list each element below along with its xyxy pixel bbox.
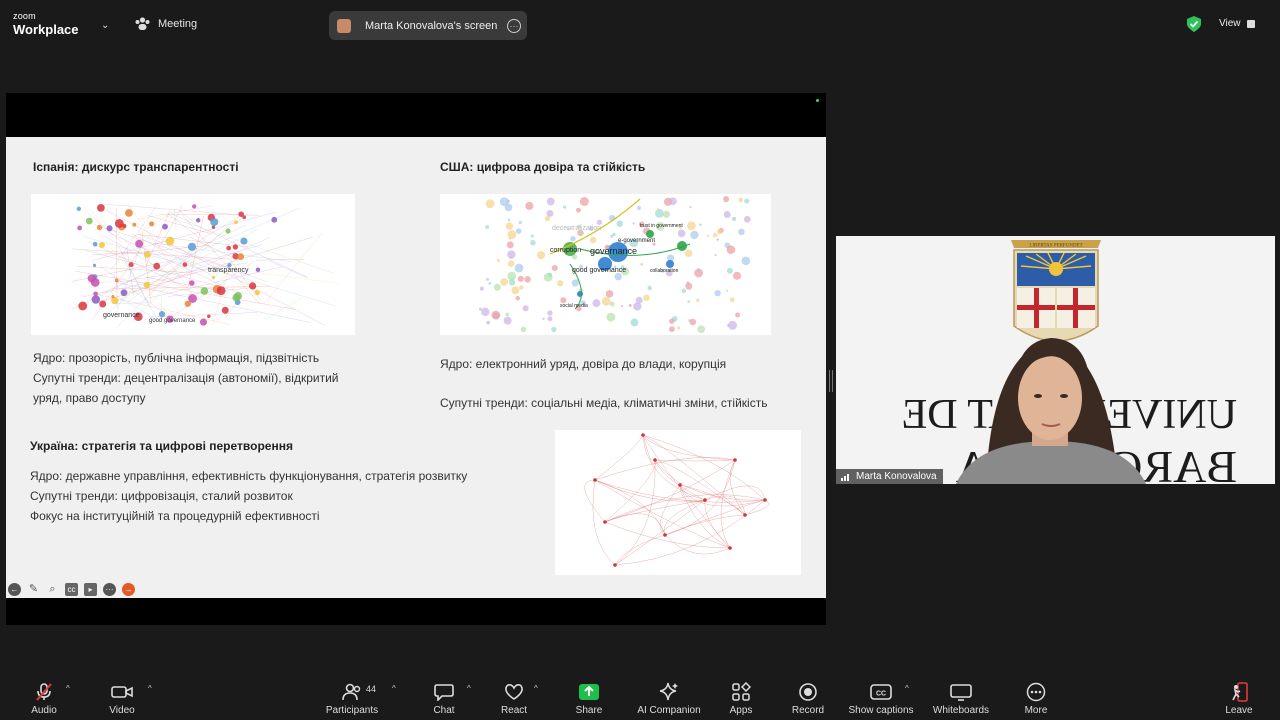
usa-map-label: corruption — [550, 247, 581, 254]
signal-icon — [841, 474, 849, 481]
chevron-down-icon[interactable]: ⌄ — [101, 20, 109, 31]
spain-network-map: transparency governance good governance — [31, 194, 355, 335]
heart-icon — [505, 684, 523, 700]
more-icon[interactable]: ··· — [103, 583, 116, 596]
participants-icon — [342, 683, 361, 701]
presentation-slide: Іспанія: дискурс транспарентності transp… — [6, 137, 826, 598]
usa-map-label: decentralization — [552, 225, 601, 232]
ukraine-network-map — [555, 430, 801, 575]
crest-banner: LIBERTAS PERFUNDET — [1029, 244, 1082, 249]
captions-options-caret[interactable]: ^ — [905, 684, 909, 693]
usa-heading: США: цифрова довіра та стійкість — [440, 160, 646, 174]
spain-map-label: transparency — [208, 267, 249, 274]
audio-button[interactable]: Audio — [30, 672, 58, 720]
search-icon[interactable]: ⌕ — [46, 583, 59, 596]
participants-options-caret[interactable]: ^ — [392, 684, 396, 693]
meeting-icon — [135, 17, 150, 30]
status-dot — [816, 99, 819, 102]
more-options-icon[interactable]: ··· — [507, 18, 521, 33]
record-icon — [799, 683, 817, 701]
usa-text-trends: Супутні тренди: соціальні медіа, клімати… — [440, 396, 768, 410]
ukraine-text: Ядро: державне управління, ефективність … — [30, 469, 468, 523]
camera-icon[interactable]: ▸ — [84, 583, 97, 596]
usa-map-label: trust in government — [640, 223, 683, 229]
participant-video[interactable]: LIBERTAS PERFUNDET UNIVERSITAT DE BARCEL… — [836, 236, 1275, 484]
ai-companion-button[interactable]: AI Companion — [634, 672, 704, 720]
meeting-controls: Audio ^ Video ^ Participants 44 ^ Chat ^… — [0, 672, 1280, 720]
spain-heading: Іспанія: дискурс транспарентності — [33, 160, 239, 174]
pen-icon[interactable]: ✎ — [27, 583, 40, 596]
react-options-caret[interactable]: ^ — [534, 684, 538, 693]
participants-button[interactable]: Participants — [322, 672, 382, 720]
usa-network-map: corruption governance good governance e-… — [440, 194, 771, 335]
zoom-logo: zoom Workplace — [13, 11, 79, 37]
usa-text-core: Ядро: електронний уряд, довіра до влади,… — [440, 357, 727, 371]
spain-map-label: governance — [103, 312, 140, 319]
view-icon — [1246, 19, 1255, 28]
sparkle-icon — [659, 682, 678, 701]
view-button[interactable]: View — [1219, 18, 1255, 29]
usa-map-label: social media — [560, 303, 588, 309]
svg-text:CC: CC — [876, 691, 886, 698]
more-button[interactable]: More — [1021, 672, 1051, 720]
leave-icon — [1232, 682, 1248, 702]
chat-options-caret[interactable]: ^ — [467, 684, 471, 693]
screen-share-indicator[interactable]: Marta Konovalova's screen ··· — [329, 11, 527, 40]
more-icon — [1026, 682, 1046, 702]
apps-button[interactable]: Apps — [728, 672, 754, 720]
whiteboards-button[interactable]: Whiteboards — [930, 672, 992, 720]
captions-button[interactable]: CC Show captions — [846, 672, 916, 720]
ukraine-heading: Україна: стратегія та цифрові перетворен… — [30, 439, 293, 453]
avatar — [337, 18, 351, 33]
record-button[interactable]: Record — [790, 672, 826, 720]
chat-button[interactable]: Chat — [431, 672, 457, 720]
whiteboard-icon — [950, 684, 972, 701]
spain-text: Ядро: прозорість, публічна інформація, п… — [33, 351, 339, 405]
chat-icon — [434, 684, 454, 701]
video-button[interactable]: Video — [107, 672, 137, 720]
react-button[interactable]: React — [500, 672, 528, 720]
usa-map-label: good governance — [572, 267, 626, 274]
captions-icon[interactable]: cc — [65, 583, 78, 596]
video-options-caret[interactable]: ^ — [148, 684, 152, 693]
leave-button[interactable]: Leave — [1224, 672, 1254, 720]
audio-options-caret[interactable]: ^ — [66, 684, 70, 693]
share-screen-icon — [579, 684, 599, 700]
share-button[interactable]: Share — [574, 672, 604, 720]
captions-icon: CC — [870, 684, 892, 700]
top-bar: zoom Workplace ⌄ Meeting Marta Konovalov… — [0, 0, 1280, 50]
back-icon[interactable]: ← — [8, 583, 21, 596]
camera-icon — [111, 686, 133, 698]
forward-icon[interactable]: → — [122, 583, 135, 596]
shield-icon — [1187, 16, 1201, 32]
participants-count: 44 — [366, 684, 377, 694]
participant-name-tag: Marta Konovalova — [836, 469, 943, 484]
spain-map-label: good governance — [149, 318, 196, 324]
presentation-toolbar: ← ✎ ⌕ cc ▸ ··· → — [8, 583, 135, 596]
usa-map-label: collaboration — [650, 268, 679, 274]
resize-handle[interactable] — [829, 370, 833, 392]
meeting-menu[interactable]: Meeting — [135, 17, 197, 30]
apps-icon — [732, 682, 751, 701]
usa-map-label: governance — [590, 246, 637, 256]
usa-map-label: e-government — [618, 238, 655, 244]
microphone-muted-icon — [36, 683, 52, 701]
